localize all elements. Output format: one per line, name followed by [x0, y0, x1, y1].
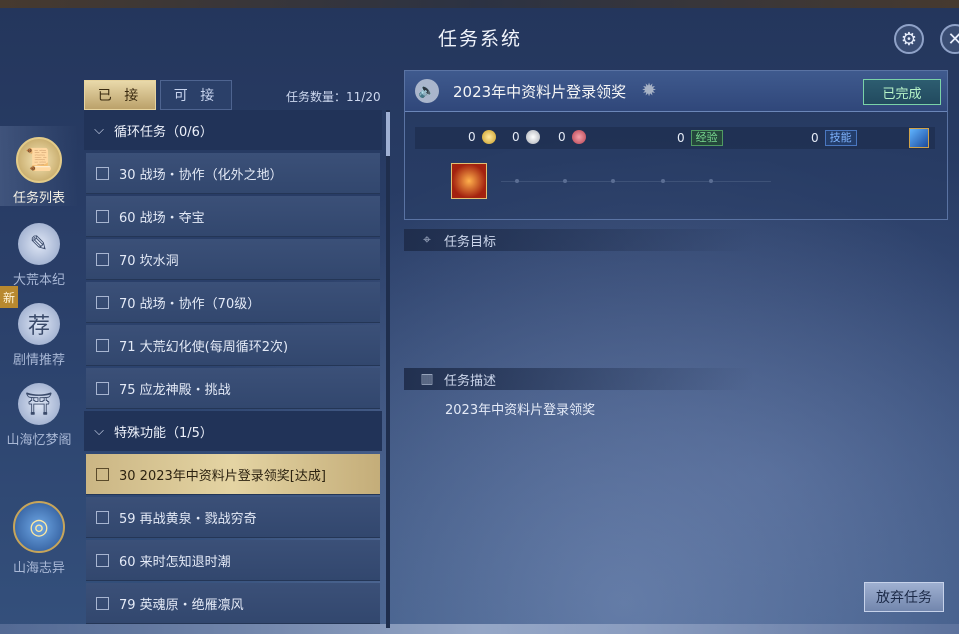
- reward-progress-dots: [501, 179, 771, 183]
- track-checkbox[interactable]: [96, 338, 109, 352]
- reward-row: 0 0 0 0 经验 0 技能: [415, 127, 935, 149]
- swirl-emblem-icon: ◎: [13, 501, 65, 553]
- red-amount: 0: [558, 130, 566, 144]
- quest-label: 70 战场・协作（70级）: [119, 296, 261, 312]
- red-coin-icon: [571, 130, 586, 144]
- quest-label: 79 英魂原・绝雁凛风: [119, 597, 244, 613]
- reward-item-slot[interactable]: [451, 163, 487, 199]
- list-item[interactable]: 79 英魂原・绝雁凛风: [86, 583, 380, 624]
- close-icon: ✕: [947, 28, 959, 50]
- recommend-icon: 荐: [18, 303, 60, 345]
- category-header[interactable]: ⌵ 循环任务（0/6）: [84, 110, 382, 150]
- list-item[interactable]: 60 战场・夺宝: [86, 196, 380, 237]
- quest-label: 60 来时怎知退时潮: [119, 554, 231, 570]
- track-checkbox[interactable]: [96, 467, 109, 481]
- category-label: 特殊功能（1/5）: [114, 425, 213, 441]
- skill-tag: 技能: [824, 130, 857, 146]
- objective-section-header: ⌖ 任务目标: [404, 229, 754, 251]
- track-checkbox[interactable]: [96, 510, 109, 524]
- track-checkbox[interactable]: [96, 381, 109, 395]
- settings-button[interactable]: ⚙: [894, 24, 924, 54]
- quest-detail-title: 2023年中资料片登录领奖: [453, 83, 627, 101]
- quest-label: 59 再战黄泉・戮战穷奇: [119, 511, 257, 527]
- list-item[interactable]: 71 大荒幻化使(每周循环2次): [86, 325, 380, 366]
- quest-label: 75 应龙神殿・挑战: [119, 382, 231, 398]
- nav-label: 山海志异: [12, 561, 65, 576]
- top-decor-strip: [0, 0, 959, 8]
- scroll-thumb[interactable]: [386, 112, 390, 156]
- gear-icon: ⚙: [900, 28, 918, 50]
- nav-label: 大荒本纪: [12, 273, 65, 288]
- list-item[interactable]: 70 战场・协作（70级）: [86, 282, 380, 323]
- gold-coin-icon: [481, 130, 496, 144]
- track-checkbox[interactable]: [96, 252, 109, 266]
- track-checkbox[interactable]: [96, 596, 109, 610]
- list-scrollbar[interactable]: [386, 110, 390, 628]
- quest-list: ⌵ 循环任务（0/6） 30 战场・协作（化外之地） 60 战场・夺宝 70 坎…: [84, 110, 384, 628]
- category-header[interactable]: ⌵ 特殊功能（1/5）: [84, 411, 382, 451]
- quest-label: 71 大荒幻化使(每周循环2次): [119, 339, 289, 355]
- quest-tabs: 已 接 可 接: [84, 80, 236, 110]
- progress-dot: [709, 179, 713, 183]
- quest-detail-header: 🔈 2023年中资料片登录领奖 ✹ 已完成: [405, 71, 947, 112]
- track-checkbox[interactable]: [96, 209, 109, 223]
- skill-amount: 0: [811, 131, 819, 145]
- list-item[interactable]: 30 战场・协作（化外之地）: [86, 153, 380, 194]
- sun-icon: ✹: [641, 79, 657, 101]
- chevron-down-icon: ⌵: [94, 423, 104, 439]
- status-badge: 已完成: [863, 79, 941, 105]
- quest-count: 任务数量：11/20: [286, 90, 381, 104]
- list-item[interactable]: 59 再战黄泉・戮战穷奇: [86, 497, 380, 538]
- exp-tag: 经验: [690, 130, 723, 146]
- nav-item-quest-list[interactable]: 📜 任务列表: [0, 126, 78, 206]
- silver-amount: 0: [512, 130, 520, 144]
- progress-dot: [515, 179, 519, 183]
- nav-label: 任务列表: [12, 191, 65, 206]
- abandon-quest-button[interactable]: 放弃任务: [864, 582, 944, 612]
- scroll-icon: 📜: [16, 137, 62, 183]
- location-pin-icon: ⌖: [423, 232, 431, 248]
- chevron-down-icon: ⌵: [94, 122, 104, 138]
- description-label: 任务描述: [444, 373, 497, 389]
- nav-item-chronicle[interactable]: ✎ 大荒本纪: [0, 208, 78, 288]
- nav-item-shanhai-record[interactable]: ◎ 山海志异: [0, 496, 78, 576]
- new-badge: 新: [0, 286, 18, 308]
- category-label: 循环任务（0/6）: [114, 124, 213, 140]
- quest-description: 2023年中资料片登录领奖: [445, 403, 596, 418]
- list-item[interactable]: 60 来时怎知退时潮: [86, 540, 380, 581]
- description-section-header: ▥ 任务描述: [404, 368, 754, 390]
- progress-dot: [661, 179, 665, 183]
- track-checkbox[interactable]: [96, 166, 109, 180]
- list-item[interactable]: 75 应龙神殿・挑战: [86, 368, 380, 409]
- objective-label: 任务目标: [444, 234, 497, 250]
- stele-icon: ▥: [420, 371, 434, 387]
- nav-label: 山海忆梦阁: [6, 433, 72, 448]
- nav-label: 剧情推荐: [12, 353, 65, 368]
- quest-label: 70 坎水洞: [119, 253, 179, 269]
- progress-dot: [611, 179, 615, 183]
- gold-amount: 0: [468, 130, 476, 144]
- pavilion-icon: ⛩: [18, 383, 60, 425]
- quest-label: 60 战场・夺宝: [119, 210, 205, 226]
- exp-amount: 0: [677, 131, 685, 145]
- track-checkbox[interactable]: [96, 295, 109, 309]
- tab-accepted[interactable]: 已 接: [84, 80, 156, 110]
- nav-item-story-recommend[interactable]: 新 荐 剧情推荐: [0, 286, 78, 368]
- reward-box-icon[interactable]: [909, 128, 929, 148]
- nav-item-dream-pavilion[interactable]: ⛩ 山海忆梦阁: [0, 368, 78, 448]
- track-checkbox[interactable]: [96, 553, 109, 567]
- progress-dot: [563, 179, 567, 183]
- silver-coin-icon: [525, 130, 540, 144]
- list-item[interactable]: 70 坎水洞: [86, 239, 380, 280]
- quest-label: 30 战场・协作（化外之地）: [119, 167, 283, 183]
- quest-label: 30 2023年中资料片登录领奖[达成]: [119, 468, 326, 484]
- map-scroll-icon: ✎: [18, 223, 60, 265]
- tab-available[interactable]: 可 接: [160, 80, 232, 110]
- quest-detail-panel: 🔈 2023年中资料片登录领奖 ✹ 已完成 0 0 0 0 经验 0 技能: [404, 70, 948, 220]
- list-item-selected[interactable]: 30 2023年中资料片登录领奖[达成]: [86, 454, 380, 495]
- speaker-icon[interactable]: 🔈: [415, 79, 439, 103]
- page-title: 任务系统: [437, 28, 522, 50]
